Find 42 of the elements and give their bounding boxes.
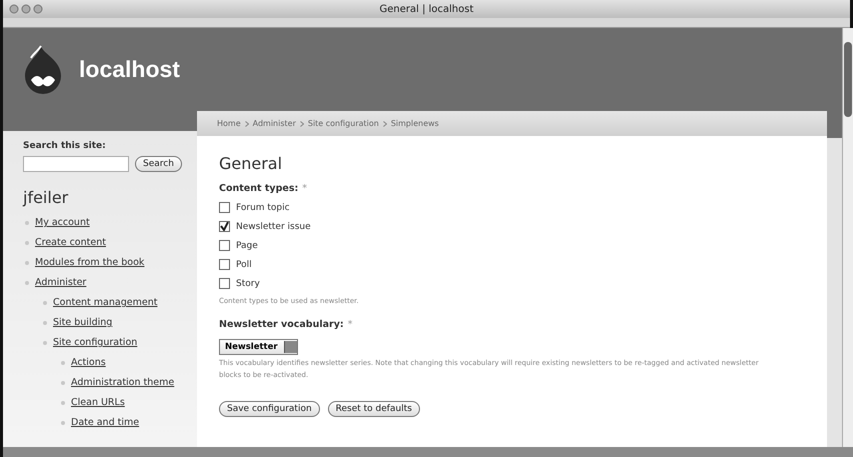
checkbox-option[interactable]: Poll — [219, 255, 805, 274]
nav-link[interactable]: Site building — [23, 313, 197, 333]
breadcrumb-link[interactable]: Home — [217, 119, 241, 128]
page-title: General — [219, 154, 284, 173]
nav-link[interactable]: Content management — [23, 293, 197, 313]
window-title: General | localhost — [378, 4, 475, 14]
nav-link[interactable]: Date and time — [23, 413, 197, 433]
checkbox[interactable] — [219, 202, 230, 213]
nav-link[interactable]: Administer — [23, 273, 197, 293]
nav-link[interactable]: Site configuration — [23, 333, 197, 353]
checkbox[interactable] — [219, 240, 230, 251]
site-name[interactable]: localhost — [79, 56, 180, 83]
form-button[interactable]: Save configuration — [219, 401, 320, 417]
chevron-icon — [300, 120, 304, 126]
scrollbar[interactable] — [842, 28, 853, 447]
nav-link[interactable]: Clean URLs — [23, 393, 197, 413]
form-button[interactable]: Reset to defaults — [328, 401, 420, 417]
breadcrumb-link[interactable]: Administer — [252, 119, 296, 128]
checkbox-option[interactable]: Forum topic — [219, 198, 805, 217]
search-field[interactable] — [23, 156, 129, 172]
nav-link[interactable]: Create content — [23, 233, 197, 253]
user-name: jfeiler — [23, 188, 70, 207]
checkbox[interactable] — [219, 259, 230, 270]
search-label: Search this site: — [23, 141, 107, 151]
breadcrumb-link[interactable]: Simplenews — [390, 119, 439, 128]
nav-link[interactable]: My account — [23, 213, 197, 233]
vocabulary-select[interactable]: Newsletter — [219, 339, 298, 355]
chevron-icon — [244, 120, 249, 126]
breadcrumb-link[interactable]: Site configuration — [308, 119, 379, 128]
search-button[interactable]: Search — [135, 156, 182, 172]
chevron-icon — [382, 120, 387, 126]
checkbox[interactable] — [219, 278, 230, 289]
window-controls-icon[interactable] — [9, 4, 43, 14]
nav-link[interactable]: Administration theme — [23, 373, 197, 393]
checkbox-option[interactable]: Newsletter issue — [219, 217, 805, 236]
checkbox[interactable] — [219, 221, 230, 232]
nav-link[interactable]: Modules from the book — [23, 253, 197, 273]
field-label: Content types: * — [219, 183, 308, 194]
field-label: Newsletter vocabulary: * — [219, 319, 354, 330]
checkbox-option[interactable]: Page — [219, 236, 805, 255]
nav-link[interactable]: Actions — [23, 353, 197, 373]
checkbox-option[interactable]: Story — [219, 274, 805, 293]
